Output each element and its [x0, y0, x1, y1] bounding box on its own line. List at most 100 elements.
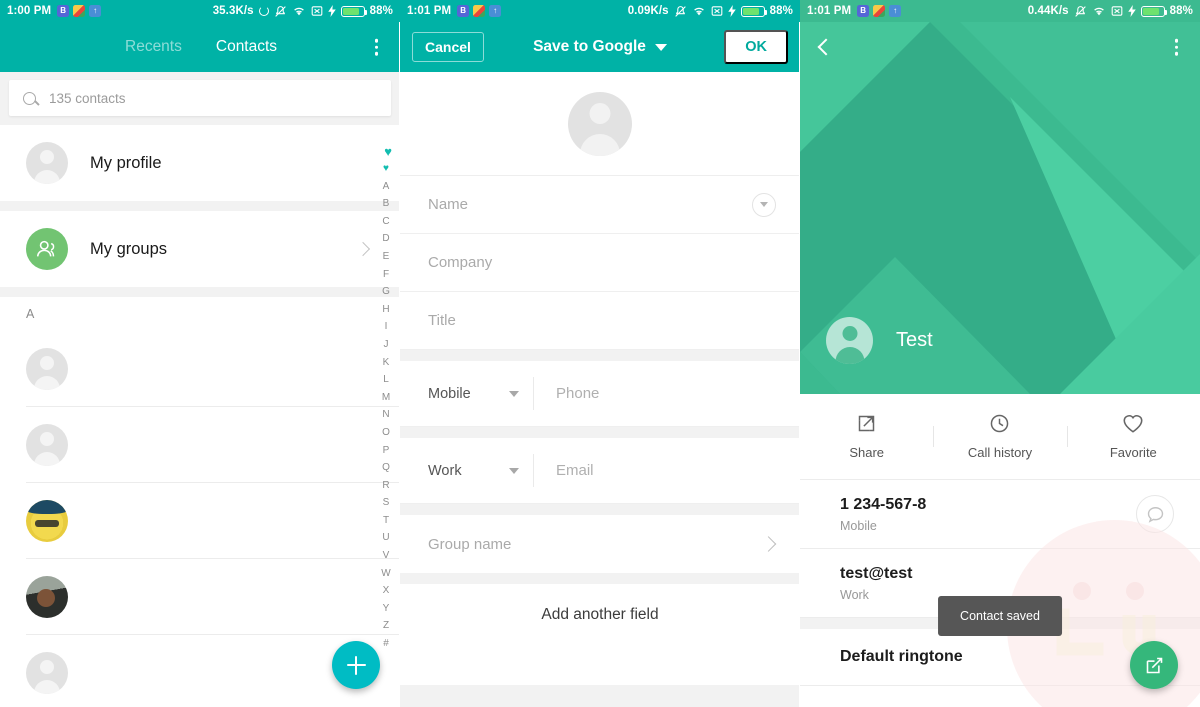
- save-account-selector[interactable]: Save to Google: [533, 38, 667, 56]
- alpha-index-letter[interactable]: T: [383, 512, 389, 530]
- panel-contact-detail: 1:01 PM B ↑ 0.44K/s 88% Test Share Call …: [800, 0, 1200, 707]
- add-another-field-button[interactable]: Add another field: [400, 584, 800, 646]
- battery-percent: 88%: [369, 5, 393, 17]
- alpha-index-letter[interactable]: N: [382, 406, 389, 424]
- status-bar-panel2: 1:01 PM B ↑ 0.09K/s 88%: [400, 0, 800, 22]
- add-contact-fab[interactable]: [332, 641, 380, 689]
- alpha-index-letter[interactable]: V: [383, 547, 390, 565]
- section-header-a: A: [0, 297, 400, 331]
- avatar: [26, 348, 68, 390]
- search-bar-container: 135 contacts: [0, 72, 400, 125]
- email-field-row[interactable]: Work Email: [400, 438, 800, 504]
- list-item-my-profile[interactable]: My profile: [0, 125, 400, 201]
- panel-contacts-list: 1:00 PM B ↑ 35.3K/s 88% Recents Contacts…: [0, 0, 400, 707]
- group-name-label: Group name: [428, 535, 512, 553]
- alpha-index-letter[interactable]: #: [383, 635, 389, 653]
- form-divider: [400, 573, 800, 584]
- alpha-index-letter[interactable]: J: [384, 336, 389, 354]
- back-arrow-icon[interactable]: [817, 38, 835, 56]
- charging-bolt-icon: [327, 5, 336, 17]
- vibrate-off-icon: [674, 5, 687, 18]
- chevron-right-icon: [760, 536, 777, 552]
- avatar[interactable]: [826, 317, 873, 364]
- favorites-heart-icon[interactable]: ♥: [384, 144, 392, 159]
- alpha-index-letter[interactable]: F: [383, 266, 389, 284]
- alpha-index-letter[interactable]: G: [382, 283, 390, 301]
- group-name-field[interactable]: Group name: [400, 515, 800, 573]
- list-item-my-groups[interactable]: My groups: [0, 211, 400, 287]
- kebab-menu-icon[interactable]: [374, 38, 378, 56]
- alpha-index-letter[interactable]: R: [382, 477, 389, 495]
- alpha-index-letter[interactable]: Q: [382, 459, 390, 477]
- list-item[interactable]: [0, 559, 400, 635]
- avatar: [26, 576, 68, 618]
- multicolor-app-icon: [873, 5, 886, 17]
- kebab-menu-icon[interactable]: [1174, 38, 1178, 56]
- share-button[interactable]: Share: [800, 413, 933, 460]
- call-history-button[interactable]: Call history: [933, 413, 1066, 460]
- alpha-index-letter[interactable]: O: [382, 424, 390, 442]
- avatar: [26, 500, 68, 542]
- no-sim-icon: [1111, 5, 1123, 17]
- battery-percent: 88%: [769, 5, 793, 17]
- alpha-index-letter[interactable]: H: [382, 301, 389, 319]
- expand-name-chevron-down-icon[interactable]: [752, 192, 776, 217]
- search-input[interactable]: 135 contacts: [9, 80, 391, 116]
- alpha-index-letter[interactable]: A: [383, 178, 390, 196]
- call-history-label: Call history: [967, 445, 1033, 460]
- title-field-label: Title: [428, 312, 456, 329]
- status-time: 1:01 PM: [407, 5, 452, 17]
- cancel-button[interactable]: Cancel: [412, 32, 484, 62]
- favorite-label: Favorite: [1109, 445, 1157, 460]
- alpha-index-letter[interactable]: D: [382, 230, 389, 248]
- contacts-tabs: Recents Contacts: [125, 38, 277, 56]
- alpha-index-letter[interactable]: W: [381, 565, 390, 583]
- favorite-button[interactable]: Favorite: [1066, 413, 1200, 460]
- phone-input[interactable]: Phone: [556, 385, 599, 402]
- alpha-index-letter[interactable]: C: [382, 213, 389, 231]
- contact-photo-placeholder[interactable]: [568, 91, 632, 156]
- alpha-index-letter[interactable]: E: [383, 248, 390, 266]
- list-item[interactable]: [0, 483, 400, 559]
- tab-recents[interactable]: Recents: [125, 38, 182, 56]
- alpha-index-letter[interactable]: K: [383, 354, 390, 372]
- alphabet-scroll-index[interactable]: ♥ A B C D E F G H I J K L M N O P Q R S T U V W X Y Z #: [377, 160, 395, 653]
- contact-header: Test: [826, 317, 933, 364]
- alpha-index-favorite[interactable]: ♥: [383, 160, 389, 178]
- status-bar-panel3: 1:01 PM B ↑ 0.44K/s 88%: [800, 0, 1200, 22]
- alpha-index-letter[interactable]: Y: [383, 600, 390, 618]
- search-icon: [23, 91, 36, 105]
- title-field[interactable]: Title: [400, 292, 800, 350]
- phone-type-select[interactable]: Mobile: [428, 386, 533, 402]
- status-app-icons: B ↑: [857, 5, 902, 17]
- list-item[interactable]: [0, 331, 400, 407]
- alpha-index-letter[interactable]: P: [383, 442, 390, 460]
- alpha-index-letter[interactable]: I: [385, 318, 388, 336]
- list-item-label: [90, 591, 200, 604]
- contacts-list[interactable]: My profile My groups A: [0, 125, 400, 707]
- name-field[interactable]: Name: [400, 176, 800, 234]
- alpha-index-letter[interactable]: B: [383, 195, 390, 213]
- tab-contacts[interactable]: Contacts: [216, 38, 277, 56]
- alpha-index-letter[interactable]: M: [382, 389, 390, 407]
- alpha-index-letter[interactable]: X: [383, 582, 390, 600]
- company-field[interactable]: Company: [400, 234, 800, 292]
- blue-app-icon: B: [457, 5, 470, 17]
- share-label: Share: [849, 445, 885, 460]
- divider: [533, 454, 534, 487]
- email-type-select[interactable]: Work: [428, 463, 533, 479]
- ok-button[interactable]: OK: [724, 30, 788, 64]
- alpha-index-letter[interactable]: Z: [383, 617, 389, 635]
- chevron-down-icon: [654, 43, 667, 51]
- contact-photo-area[interactable]: [400, 72, 800, 176]
- alpha-index-letter[interactable]: L: [383, 371, 389, 389]
- network-speed: 0.09K/s: [627, 5, 669, 17]
- alpha-index-letter[interactable]: U: [382, 529, 389, 547]
- battery-icon: [740, 5, 767, 17]
- alpha-index-letter[interactable]: S: [383, 494, 390, 512]
- phone-field-row[interactable]: Mobile Phone: [400, 361, 800, 427]
- email-input[interactable]: Email: [556, 462, 594, 479]
- upload-arrow-icon: ↑: [489, 5, 502, 17]
- edit-contact-fab[interactable]: [1130, 641, 1178, 689]
- list-item[interactable]: [0, 407, 400, 483]
